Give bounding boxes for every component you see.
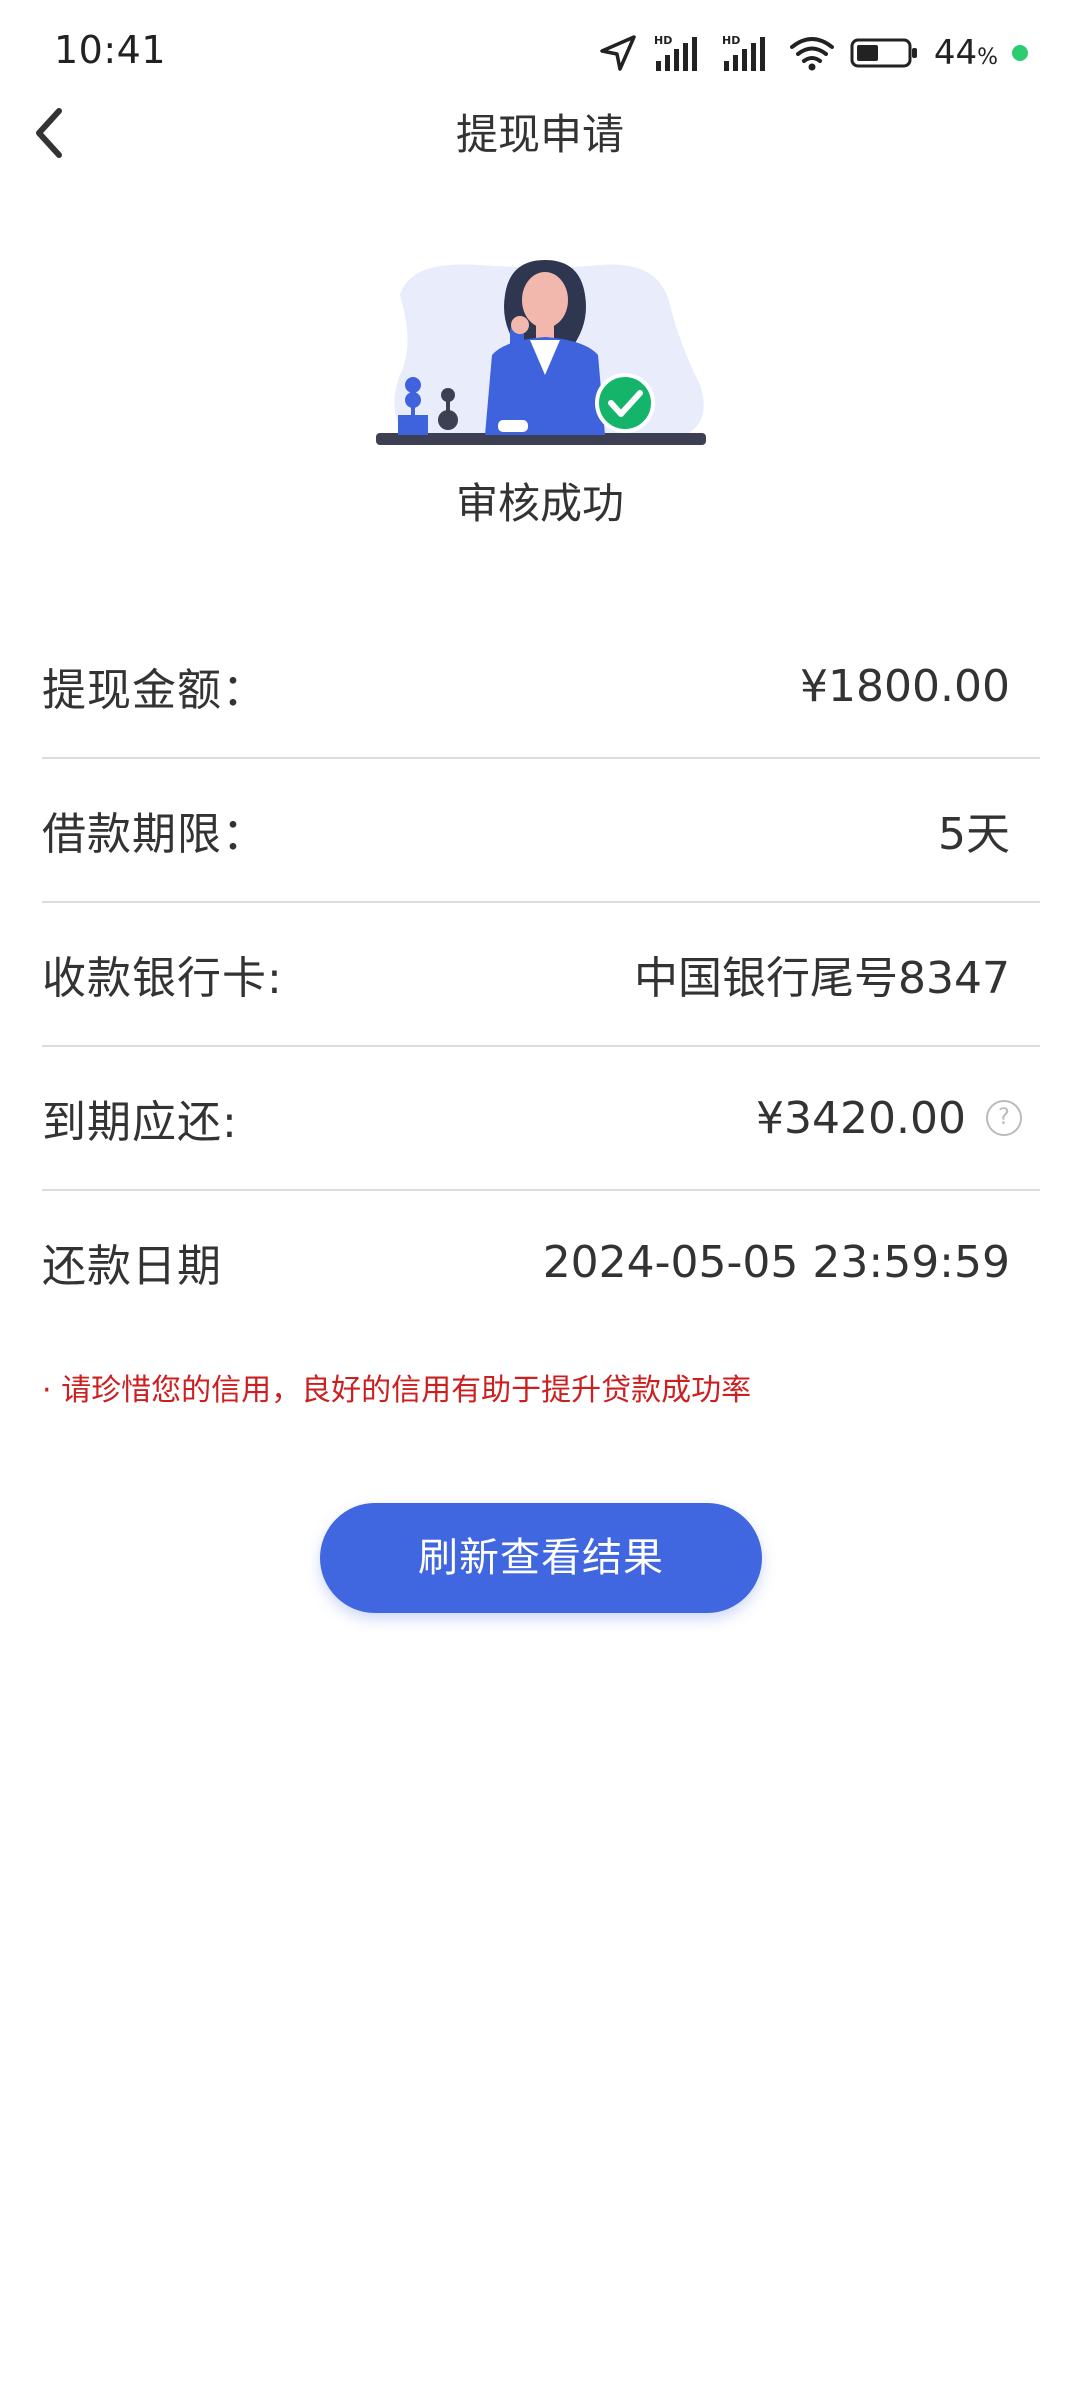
detail-value: ¥3420.00 ? — [756, 1093, 1040, 1144]
detail-label: 到期应还: — [42, 1097, 238, 1148]
detail-row-due-amount: 到期应还: ¥3420.00 ? — [42, 1047, 1040, 1191]
wifi-icon — [788, 33, 836, 73]
battery-icon — [850, 33, 920, 73]
detail-row-repay-date: 还款日期 2024-05-05 23:59:59 — [42, 1191, 1040, 1333]
refresh-result-button[interactable]: 刷新查看结果 — [320, 1503, 762, 1613]
detail-row-amount: 提现金额： ¥1800.00 — [42, 615, 1040, 759]
status-indicator-dot — [1012, 45, 1028, 61]
detail-value: 2024-05-05 23:59:59 — [542, 1236, 1010, 1288]
withdraw-application-page: 10:41 HD HD 44% 提现申请 审核成功 提现金额： ¥1800.00… — [0, 0, 1080, 2400]
status-time: 10:41 — [54, 28, 167, 72]
credit-notice: · 请珍惜您的信用，良好的信用有助于提升贷款成功率 — [42, 1373, 752, 1408]
detail-label: 还款日期 — [42, 1241, 222, 1292]
signal-hd-icon: HD — [652, 33, 706, 73]
battery-percent: 44% — [933, 33, 998, 73]
signal-hd-icon: HD — [720, 33, 774, 73]
svg-text:HD: HD — [654, 34, 672, 47]
detail-label: 提现金额： — [42, 665, 267, 716]
page-title: 提现申请 — [455, 110, 624, 159]
result-status-title: 审核成功 — [455, 479, 624, 528]
help-icon[interactable]: ? — [986, 1100, 1022, 1136]
detail-row-bank-card: 收款银行卡: 中国银行尾号8347 — [42, 903, 1040, 1047]
withdraw-details-list: 提现金额： ¥1800.00 借款期限： 5天 收款银行卡: 中国银行尾号834… — [42, 615, 1040, 1333]
status-icons: HD HD 44% — [598, 28, 1028, 78]
svg-text:HD: HD — [722, 34, 740, 47]
app-header: 提现申请 — [0, 80, 1080, 190]
detail-value: 5天 — [938, 809, 1010, 860]
success-illustration — [370, 255, 710, 455]
detail-label: 借款期限： — [42, 809, 267, 860]
detail-label: 收款银行卡: — [42, 953, 283, 1004]
detail-value: 中国银行尾号8347 — [634, 953, 1010, 1004]
detail-row-term: 借款期限： 5天 — [42, 759, 1040, 903]
location-icon — [598, 33, 638, 73]
detail-value: ¥1800.00 — [800, 660, 1010, 712]
